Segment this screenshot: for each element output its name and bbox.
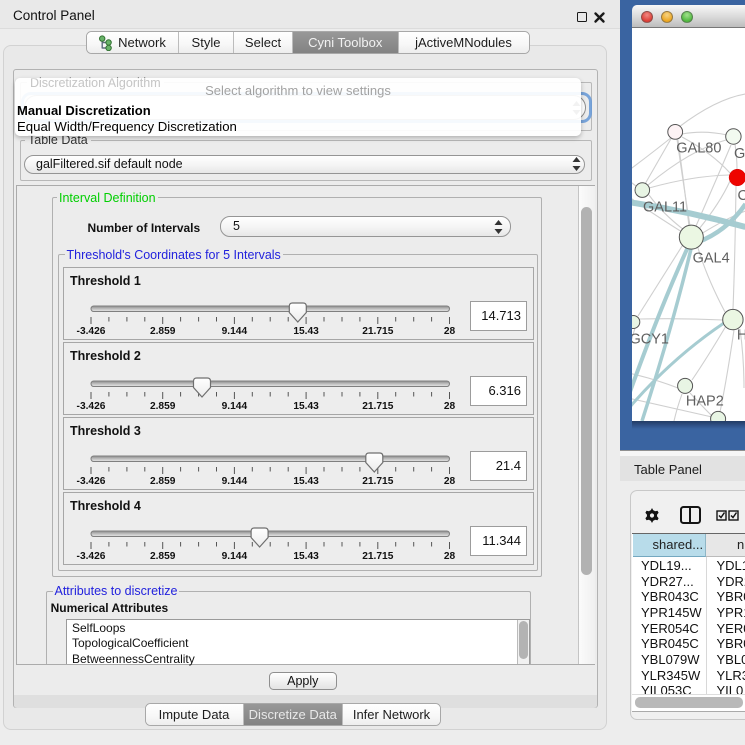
svg-text:15.43: 15.43: [293, 476, 319, 487]
svg-text:9.144: 9.144: [222, 401, 248, 412]
svg-text:9.144: 9.144: [222, 326, 248, 337]
svg-text:-3.426: -3.426: [77, 326, 106, 337]
svg-text:21.715: 21.715: [362, 401, 393, 412]
svg-text:GAL11: GAL11: [643, 199, 687, 215]
svg-text:15.43: 15.43: [293, 326, 319, 337]
svg-text:2.859: 2.859: [150, 476, 176, 487]
svg-text:2.859: 2.859: [150, 326, 176, 337]
svg-text:21.715: 21.715: [362, 551, 393, 562]
svg-text:-3.426: -3.426: [77, 551, 106, 562]
svg-text:-3.426: -3.426: [77, 476, 106, 487]
svg-text:GA: GA: [734, 146, 745, 162]
svg-text:9.144: 9.144: [222, 551, 248, 562]
svg-text:21.715: 21.715: [362, 476, 393, 487]
svg-text:9.144: 9.144: [222, 476, 248, 487]
svg-text:HA: HA: [736, 327, 745, 343]
svg-text:28: 28: [444, 401, 456, 412]
svg-text:GAL4: GAL4: [692, 250, 729, 266]
svg-text:15.43: 15.43: [293, 401, 319, 412]
svg-text:2.859: 2.859: [150, 401, 176, 412]
svg-text:HAP2: HAP2: [685, 393, 723, 409]
svg-text:2.859: 2.859: [150, 551, 176, 562]
svg-text:15.43: 15.43: [293, 551, 319, 562]
svg-text:GCY1: GCY1: [632, 331, 669, 347]
svg-text:GAL80: GAL80: [676, 140, 721, 156]
svg-text:28: 28: [444, 476, 456, 487]
svg-text:-3.426: -3.426: [77, 401, 106, 412]
svg-text:28: 28: [444, 551, 456, 562]
svg-text:21.715: 21.715: [362, 326, 393, 337]
svg-text:28: 28: [444, 326, 456, 337]
svg-text:C: C: [737, 188, 745, 204]
